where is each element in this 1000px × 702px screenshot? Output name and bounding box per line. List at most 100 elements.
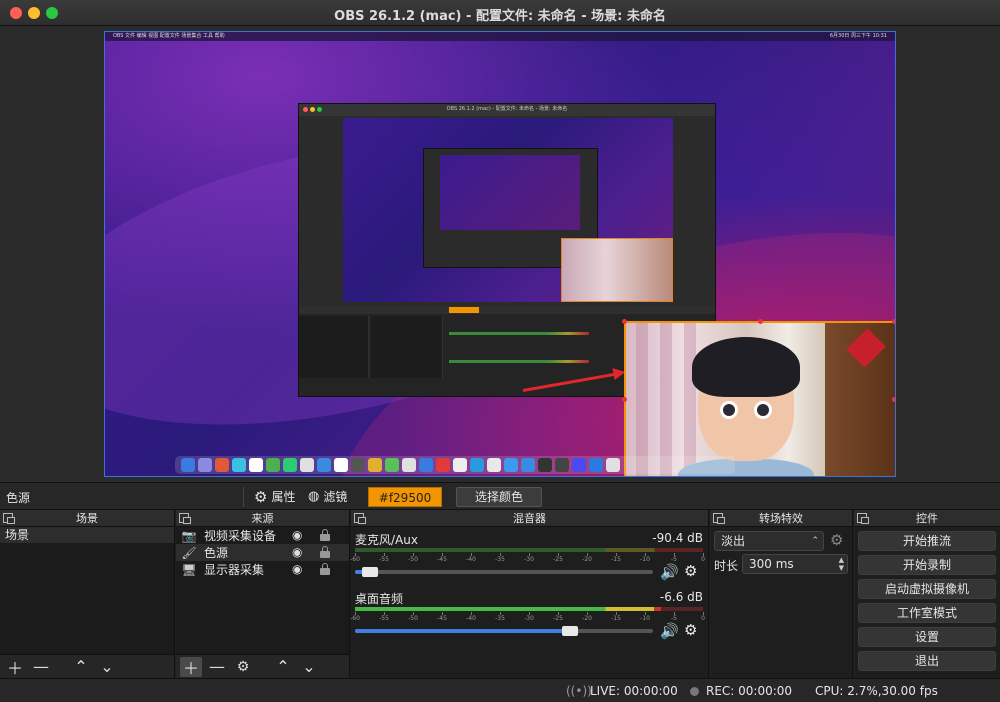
filters-label: 滤镜 <box>323 490 348 504</box>
scene-item[interactable]: 场景 <box>0 527 174 543</box>
captured-scenes-dock <box>299 316 369 378</box>
speaker-icon[interactable]: 🔊 <box>660 622 679 640</box>
source-properties-button[interactable]: ⚙ <box>232 657 254 677</box>
meter-tick-mark <box>500 612 501 615</box>
meter-tick-mark <box>413 612 414 615</box>
dock-app-icon <box>521 458 535 472</box>
captured-mic-meter <box>449 332 589 335</box>
minus-icon: — <box>209 657 225 676</box>
controls-dock-title: 控件 <box>916 512 938 525</box>
chevron-up-icon: ⌃ <box>276 657 290 676</box>
add-scene-button[interactable]: ＋ <box>4 657 26 678</box>
meter-tick-label: -40 <box>466 615 476 622</box>
source-item-color[interactable]: 🖌 色源 ◉ <box>176 544 349 561</box>
settings-button[interactable]: 设置 <box>858 627 996 647</box>
eye-icon[interactable]: ◉ <box>292 545 302 559</box>
captured-obs-inner-preview <box>440 155 580 230</box>
volume-slider[interactable] <box>355 626 653 636</box>
resize-handle[interactable] <box>622 319 627 324</box>
resize-handle[interactable] <box>758 319 763 324</box>
exit-button[interactable]: 退出 <box>858 651 996 671</box>
preview-area[interactable]: OBS 文件 编辑 视图 配置文件 场景集合 工具 帮助 6月30日 周三下午 … <box>0 26 1000 482</box>
filters-button[interactable]: ◍ 滤镜 <box>308 487 347 507</box>
properties-button[interactable]: ⚙ 属性 <box>254 487 295 507</box>
mixer-dock-title: 混音器 <box>513 512 546 525</box>
camera-icon: 📷 <box>181 528 197 543</box>
meter-tick-mark <box>616 612 617 615</box>
avatar-left-eye <box>720 401 738 419</box>
dock-app-icon <box>317 458 331 472</box>
status-bar: ((•)) LIVE: 00:00:00 REC: 00:00:00 CPU: … <box>0 678 1000 702</box>
undock-icon[interactable] <box>857 513 869 524</box>
move-scene-up-button[interactable]: ⌃ <box>70 657 92 677</box>
resize-handle[interactable] <box>622 397 627 402</box>
captured-sources-dock <box>371 316 443 378</box>
meter-tick-label: 0 <box>701 615 705 622</box>
start-virtual-camera-button[interactable]: 启动虚拟摄像机 <box>858 579 996 599</box>
meter-tick-mark <box>384 612 385 615</box>
remove-source-button[interactable]: — <box>206 657 228 677</box>
avatar-video-source[interactable] <box>624 321 895 476</box>
select-color-button[interactable]: 选择颜色 <box>456 487 542 507</box>
meter-tick-label: -35 <box>495 615 505 622</box>
sources-list[interactable]: 📷 视频采集设备 ◉ 🖌 色源 ◉ 🖥 显示器采集 ◉ <box>176 527 349 654</box>
dock-app-icon <box>181 458 195 472</box>
lock-icon[interactable] <box>320 529 330 541</box>
dock-app-icon <box>334 458 348 472</box>
undock-icon[interactable] <box>179 513 191 524</box>
add-source-button[interactable]: ＋ <box>180 656 202 678</box>
audio-mixer-dock: 混音器 麦克风/Aux -90.4 dB -60 -55 -50 -45 -40 -35-… <box>350 510 709 678</box>
dock-app-icon <box>249 458 263 472</box>
meter-tick-label: -40 <box>466 556 476 563</box>
captured-avatar-thumbnail <box>561 238 673 302</box>
spinner-icon[interactable]: ▲ ▼ <box>839 556 844 572</box>
mixer-channel-mic: 麦克风/Aux -90.4 dB -60 -55 -50 -45 -40 -35 -30 -2… <box>350 529 707 589</box>
undock-icon[interactable] <box>354 513 366 524</box>
window-title: OBS 26.1.2 (mac) - 配置文件: 未命名 - 场景: 未命名 <box>334 9 666 24</box>
gear-icon[interactable]: ⚙ <box>830 531 843 549</box>
avatar-hair <box>692 337 800 397</box>
volume-meter <box>355 607 703 611</box>
dock-app-icon <box>266 458 280 472</box>
resize-handle[interactable] <box>892 397 895 402</box>
preview-canvas[interactable]: OBS 文件 编辑 视图 配置文件 场景集合 工具 帮助 6月30日 周三下午 … <box>104 31 896 477</box>
undock-icon[interactable] <box>713 513 725 524</box>
remove-scene-button[interactable]: — <box>30 657 52 677</box>
transitions-dock-title: 转场特效 <box>759 512 803 525</box>
gear-icon[interactable]: ⚙ <box>684 562 697 580</box>
captured-menubar-clock: 6月30日 周三下午 10:31 <box>829 33 887 39</box>
dock-app-icon <box>368 458 382 472</box>
meter-tick-label: -15 <box>611 556 621 563</box>
sources-dock-footer: ＋ — ⚙ ⌃ ⌄ <box>176 654 349 678</box>
speaker-icon[interactable]: 🔊 <box>660 563 679 581</box>
lock-icon[interactable] <box>320 563 330 575</box>
source-item-video-capture[interactable]: 📷 视频采集设备 ◉ <box>176 527 349 544</box>
dock-app-icon <box>572 458 586 472</box>
start-recording-button[interactable]: 开始录制 <box>858 555 996 575</box>
move-source-down-button[interactable]: ⌄ <box>298 657 320 677</box>
gear-icon[interactable]: ⚙ <box>684 621 697 639</box>
live-timer: LIVE: 00:00:00 <box>590 684 678 698</box>
volume-slider[interactable] <box>355 567 653 577</box>
start-streaming-button[interactable]: 开始推流 <box>858 531 996 551</box>
curtain-fold <box>660 323 672 476</box>
studio-mode-button[interactable]: 工作室模式 <box>858 603 996 623</box>
move-source-up-button[interactable]: ⌃ <box>272 657 294 677</box>
undock-icon[interactable] <box>3 513 15 524</box>
meter-tick-label: -55 <box>379 615 389 622</box>
dock-app-icon <box>555 458 569 472</box>
transition-select[interactable]: 淡出 ⌃⌄ <box>714 531 824 564</box>
meter-tick-mark <box>355 553 356 556</box>
source-item-display-capture[interactable]: 🖥 显示器采集 ◉ <box>176 561 349 578</box>
meter-tick-label: -15 <box>611 615 621 622</box>
duration-field[interactable]: 300 ms ▲ ▼ <box>742 554 848 574</box>
move-scene-down-button[interactable]: ⌄ <box>96 657 118 677</box>
lock-icon[interactable] <box>320 546 330 558</box>
eye-icon[interactable]: ◉ <box>292 528 302 542</box>
channel-name: 桌面音频 <box>355 592 404 606</box>
mixer-body: 麦克风/Aux -90.4 dB -60 -55 -50 -45 -40 -35 -30 -2… <box>350 527 708 678</box>
scenes-list[interactable]: 场景 <box>0 527 174 654</box>
resize-handle[interactable] <box>892 319 895 324</box>
eye-icon[interactable]: ◉ <box>292 562 302 576</box>
source-label: 显示器采集 <box>204 563 265 577</box>
